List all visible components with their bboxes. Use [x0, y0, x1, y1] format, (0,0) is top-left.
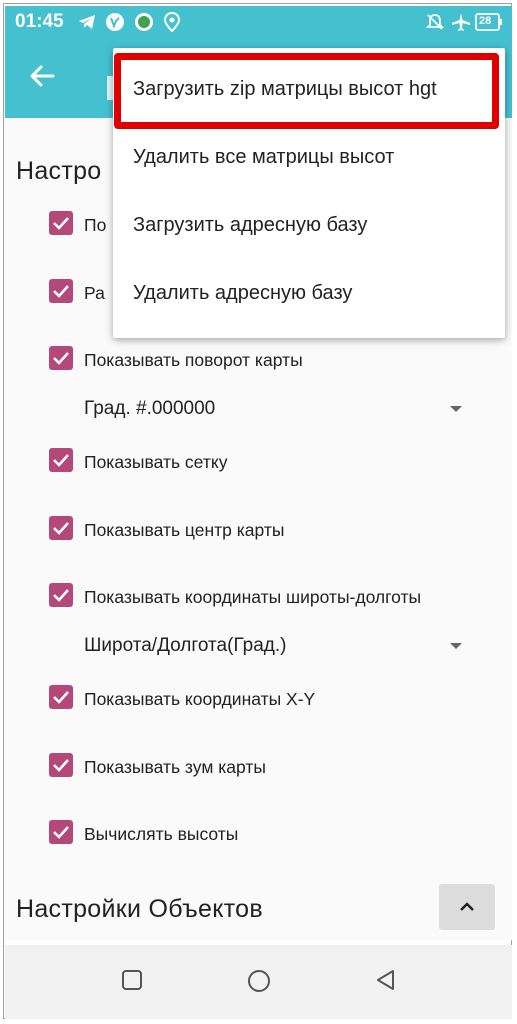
checkbox-label-zoom: Показывать зум карты: [84, 757, 266, 777]
recents-icon[interactable]: [121, 969, 143, 996]
checkbox-zoom[interactable]: [49, 753, 73, 777]
alarm-icon: [425, 12, 445, 37]
app-badge-icon: [133, 12, 155, 37]
chevron-up-icon: [460, 902, 474, 911]
chevron-down-icon[interactable]: [450, 643, 462, 649]
scroll-up-button[interactable]: [439, 884, 495, 930]
home-icon[interactable]: [247, 969, 271, 998]
checkbox-label-map-rotation: Показывать поворот карты: [84, 350, 303, 370]
checkbox-heights[interactable]: [49, 820, 73, 844]
section-title-objects: Настройки Объектов: [16, 895, 263, 923]
telegram-icon: [77, 12, 97, 37]
checkbox-grid[interactable]: [49, 448, 73, 472]
highlight-box: [114, 53, 499, 129]
checkbox-xy[interactable]: [49, 685, 73, 709]
checkbox-map-center[interactable]: [49, 516, 73, 540]
checkbox-1[interactable]: [49, 279, 73, 303]
section-title-map: Настро: [16, 157, 102, 185]
chevron-down-icon[interactable]: [450, 406, 462, 412]
location-icon: [163, 11, 181, 37]
vpn-icon: [105, 12, 125, 37]
checkbox-label-latlon: Показывать координаты широты-долготы: [84, 587, 422, 607]
menu-item-load-address[interactable]: Загрузить адресную базу: [113, 196, 505, 256]
checkbox-0[interactable]: [49, 211, 73, 235]
arrow-left-icon[interactable]: [27, 60, 59, 92]
back-triangle-icon[interactable]: [375, 969, 397, 996]
checkbox-map-rotation[interactable]: [49, 346, 73, 370]
navigation-bar: [5, 945, 512, 1019]
checkbox-label-heights: Вычислять высоты: [84, 824, 239, 844]
checkbox-label-0: По: [84, 215, 107, 235]
rotation-format-select[interactable]: Град. #.000000: [84, 398, 215, 420]
airplane-icon: [451, 12, 471, 37]
checkbox-latlon[interactable]: [49, 583, 73, 607]
battery-level: 28: [479, 15, 492, 27]
menu-item-label: Загрузить адресную базу: [133, 214, 368, 236]
status-bar: 01:45 28: [5, 6, 512, 38]
checkbox-label-1: Ра: [84, 283, 105, 303]
menu-item-label: Удалить адресную базу: [133, 282, 353, 304]
coord-format-select[interactable]: Широта/Долгота(Град.): [84, 635, 287, 657]
checkbox-label-grid: Показывать сетку: [84, 452, 228, 472]
menu-item-delete-hgt[interactable]: Удалить все матрицы высот: [113, 128, 505, 188]
checkbox-label-xy: Показывать координаты X-Y: [84, 689, 316, 709]
menu-item-delete-address[interactable]: Удалить адресную базу: [113, 264, 505, 324]
status-time: 01:45: [15, 11, 64, 32]
menu-item-label: Удалить все матрицы высот: [133, 146, 395, 168]
checkbox-label-map-center: Показывать центр карты: [84, 520, 285, 540]
